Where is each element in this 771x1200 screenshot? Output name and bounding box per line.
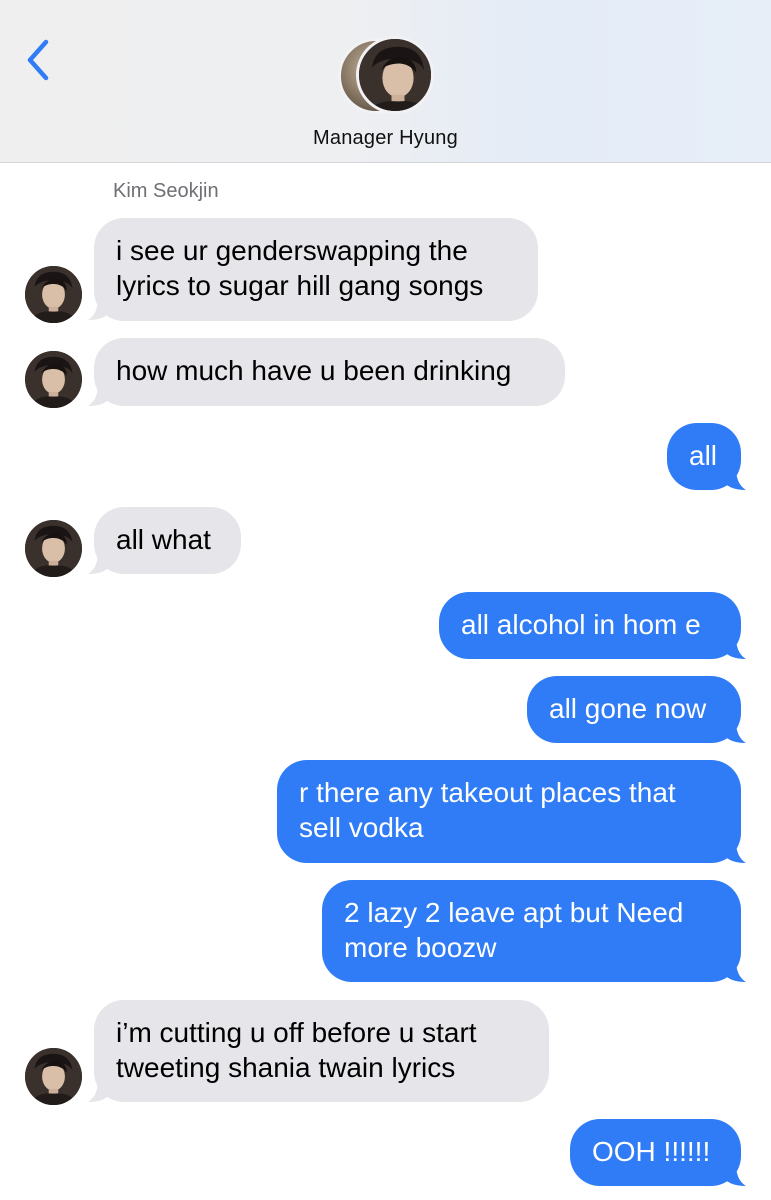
message-bubble-outgoing[interactable]: all alcohol in hom e: [439, 592, 741, 659]
contact-avatar-group[interactable]: [338, 36, 438, 116]
message-bubble-outgoing[interactable]: all gone now: [527, 676, 741, 743]
sender-name: Kim Seokjin: [113, 180, 219, 202]
conversation-header: Manager Hyung: [0, 0, 771, 163]
message-bubble-outgoing[interactable]: 2 lazy 2 leave apt but Need more boozw: [322, 880, 741, 982]
message-bubble-incoming[interactable]: how much have u been drinking: [94, 338, 565, 406]
sender-avatar[interactable]: [25, 1048, 82, 1105]
sender-avatar[interactable]: [25, 266, 82, 323]
message-bubble-incoming[interactable]: all what: [94, 507, 241, 574]
sender-avatar[interactable]: [25, 351, 82, 408]
sender-avatar[interactable]: [25, 520, 82, 577]
contact-name[interactable]: Manager Hyung: [0, 127, 771, 150]
message-bubble-incoming[interactable]: i’m cutting u off before u start tweetin…: [94, 1000, 549, 1102]
back-button[interactable]: [22, 38, 56, 82]
message-bubble-outgoing[interactable]: all: [667, 423, 741, 490]
message-bubble-outgoing[interactable]: OOH !!!!!!: [570, 1119, 741, 1186]
chevron-left-icon: [27, 39, 49, 81]
message-bubble-outgoing[interactable]: r there any takeout places that sell vod…: [277, 760, 741, 863]
message-bubble-incoming[interactable]: i see ur genderswapping the lyrics to su…: [94, 218, 538, 321]
contact-avatar: [356, 36, 434, 114]
